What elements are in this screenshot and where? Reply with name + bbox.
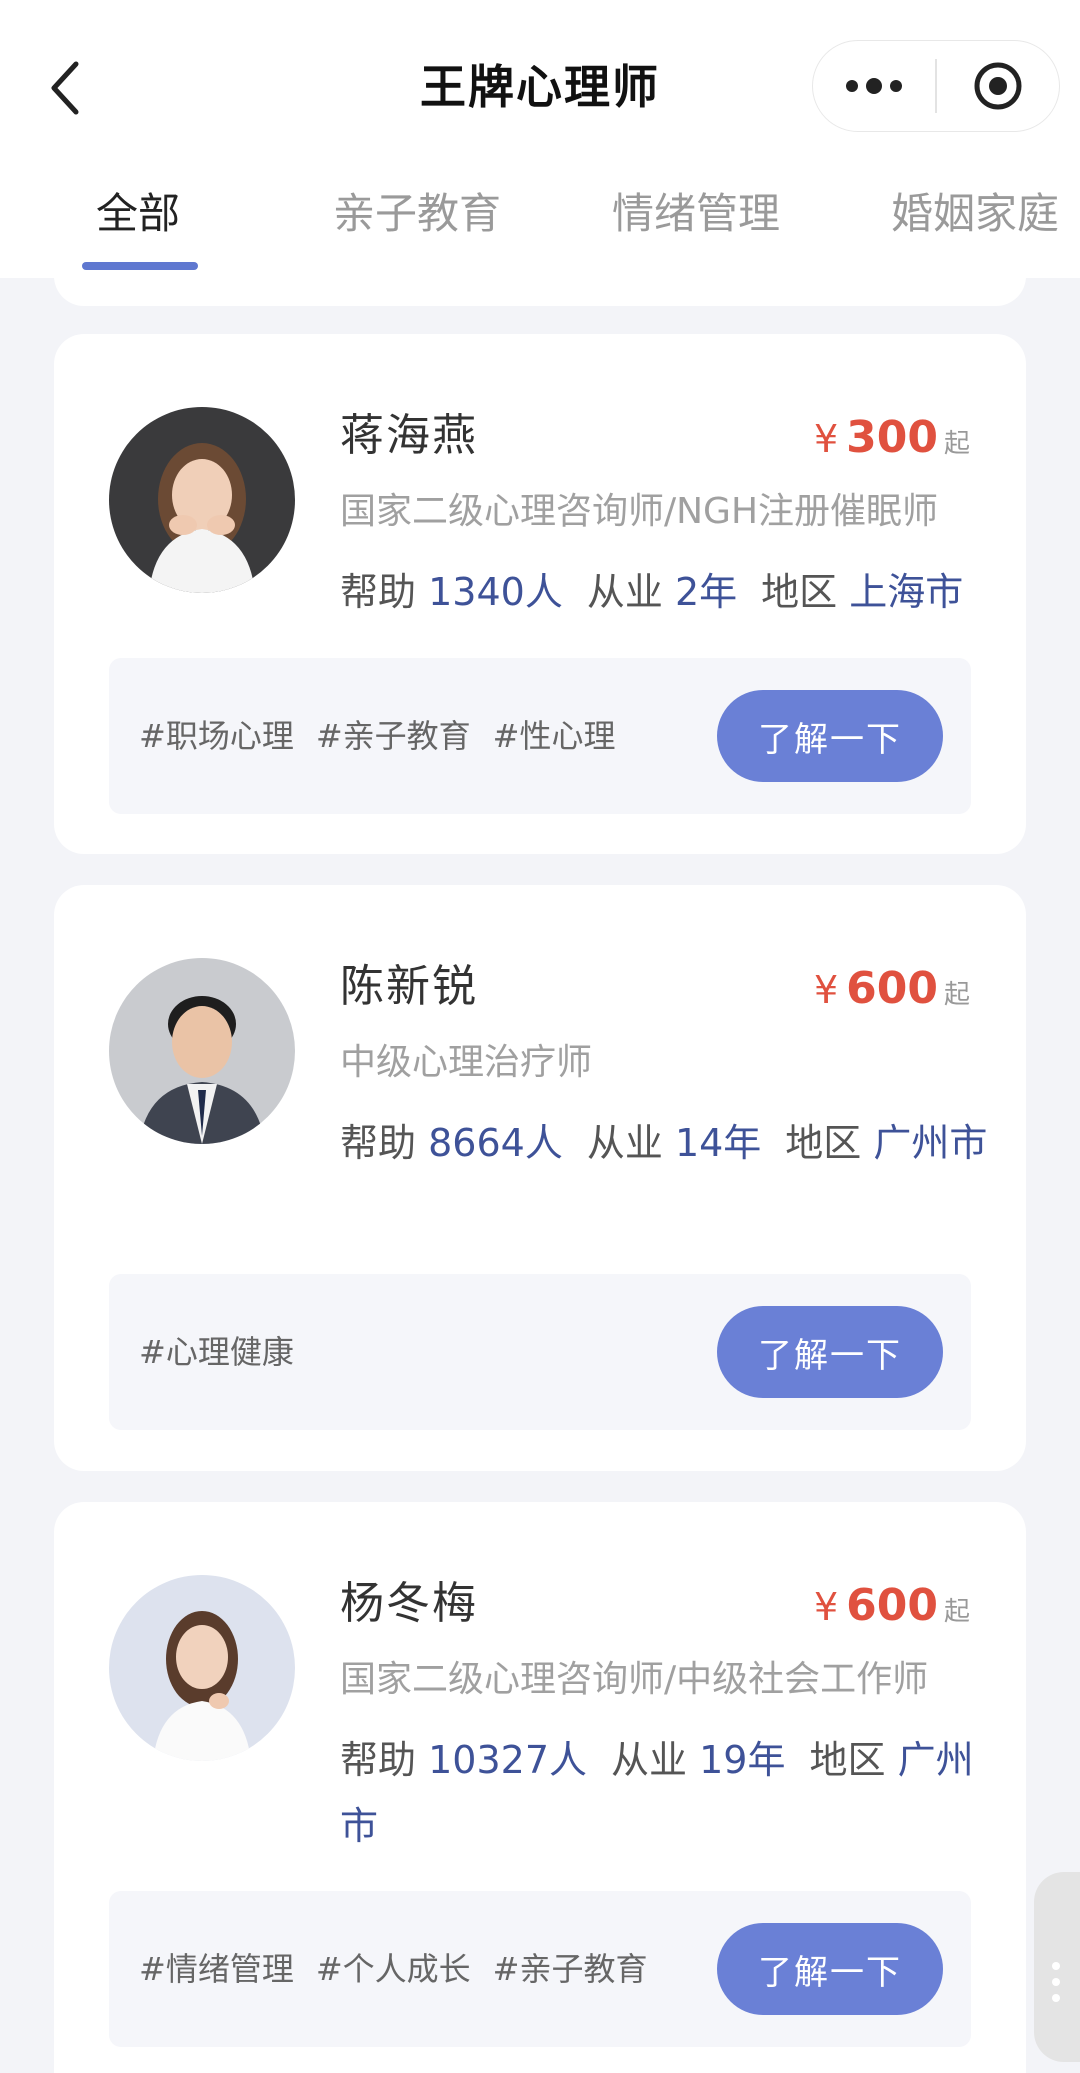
avatar: [109, 407, 295, 593]
therapist-stats: 帮助 1340人 从业 2年 地区 上海市: [340, 559, 990, 625]
tab-marriage[interactable]: 婚姻家庭: [891, 184, 1059, 244]
currency-symbol: ¥: [813, 417, 839, 461]
help-label: 帮助: [340, 570, 417, 614]
learn-more-button[interactable]: 了解一下: [717, 1306, 943, 1398]
avatar: [109, 1575, 295, 1761]
price: ¥ 600 起: [814, 963, 970, 1014]
tag-list: #心理健康: [139, 1328, 316, 1376]
tab-emotion[interactable]: 情绪管理: [612, 184, 780, 244]
help-value: 10327人: [428, 1738, 587, 1782]
price-suffix: 起: [943, 429, 970, 459]
therapist-name: 杨冬梅: [340, 1578, 478, 1629]
therapist-stats: 帮助 8664人 从业 14年 地区 广州市: [340, 1110, 990, 1176]
tag-box: #情绪管理 #个人成长 #亲子教育 了解一下: [109, 1891, 971, 2047]
experience-value: 19年: [699, 1738, 786, 1782]
therapist-stats: 帮助 10327人 从业 19年 地区 广州市: [340, 1727, 990, 1859]
learn-more-button[interactable]: 了解一下: [717, 690, 943, 782]
currency-symbol: ¥: [813, 1585, 839, 1629]
price-suffix: 起: [943, 1597, 970, 1627]
tag: #个人成长: [315, 1950, 471, 1988]
tag-list: #情绪管理 #个人成长 #亲子教育: [139, 1945, 669, 1993]
region-value: 广州市: [873, 1121, 988, 1165]
therapist-card[interactable]: 蒋海燕 ¥ 300 起 国家二级心理咨询师/NGH注册催眠师 帮助 1340人从…: [54, 334, 1026, 854]
region-label: 地区: [761, 570, 838, 614]
more-dots-icon: [846, 78, 903, 94]
experience-label: 从业: [586, 1121, 663, 1165]
region-label: 地区: [809, 1738, 886, 1782]
price-amount: 600: [846, 1580, 938, 1631]
therapist-card[interactable]: 陈新锐 ¥ 600 起 中级心理治疗师 帮助 8664人 从业 14年 地区 广州市…: [54, 885, 1026, 1471]
price-suffix: 起: [943, 980, 970, 1010]
navigation-bar: 王牌心理师 全部 亲子教育 情绪管理 婚姻家庭: [0, 0, 1080, 278]
price-amount: 600: [846, 963, 938, 1014]
help-label: 帮助: [340, 1738, 417, 1782]
credentials: 中级心理治疗师: [340, 1042, 593, 1083]
price-amount: 300: [846, 412, 938, 463]
tag: #亲子教育: [492, 1950, 648, 1988]
experience-label: 从业: [586, 570, 663, 614]
region-label: 地区: [785, 1121, 862, 1165]
mini-program-capsule: [812, 40, 1060, 132]
price: ¥ 600 起: [814, 1580, 970, 1631]
tag-list: #职场心理 #亲子教育 #性心理: [139, 712, 637, 760]
currency-symbol: ¥: [813, 968, 839, 1012]
tab-all[interactable]: 全部: [96, 184, 180, 244]
tag-box: #职场心理 #亲子教育 #性心理 了解一下: [109, 658, 971, 814]
category-tabs: 全部 亲子教育 情绪管理 婚姻家庭: [0, 172, 1080, 272]
experience-label: 从业: [611, 1738, 688, 1782]
tag-box: #心理健康 了解一下: [109, 1274, 971, 1430]
tag: #职场心理: [139, 717, 294, 755]
target-circle-icon: [974, 62, 1022, 110]
therapist-name: 蒋海燕: [340, 410, 478, 461]
credentials: 国家二级心理咨询师/中级社会工作师: [340, 1659, 929, 1700]
tab-parenting[interactable]: 亲子教育: [333, 184, 501, 244]
therapist-name: 陈新锐: [340, 961, 478, 1012]
help-value: 1340人: [428, 570, 563, 614]
vertical-dots-icon: [1052, 1962, 1060, 2010]
experience-value: 14年: [674, 1121, 762, 1165]
credentials: 国家二级心理咨询师/NGH注册催眠师: [340, 491, 939, 532]
tag: #心理健康: [139, 1333, 294, 1371]
active-tab-indicator: [82, 262, 198, 270]
region-value: 上海市: [849, 570, 964, 614]
avatar: [109, 958, 295, 1144]
experience-value: 2年: [674, 570, 738, 614]
floating-scroll-handle[interactable]: [1034, 1872, 1080, 2062]
close-app-button[interactable]: [937, 41, 1059, 131]
price: ¥ 300 起: [814, 412, 970, 463]
learn-more-button[interactable]: 了解一下: [717, 1923, 943, 2015]
tag: #亲子教育: [315, 717, 471, 755]
help-value: 8664人: [428, 1121, 563, 1165]
tag: #性心理: [492, 717, 616, 755]
help-label: 帮助: [340, 1121, 417, 1165]
tag: #情绪管理: [139, 1950, 294, 1988]
more-button[interactable]: [813, 41, 935, 131]
therapist-card[interactable]: 杨冬梅 ¥ 600 起 国家二级心理咨询师/中级社会工作师 帮助 10327人从…: [54, 1502, 1026, 2073]
